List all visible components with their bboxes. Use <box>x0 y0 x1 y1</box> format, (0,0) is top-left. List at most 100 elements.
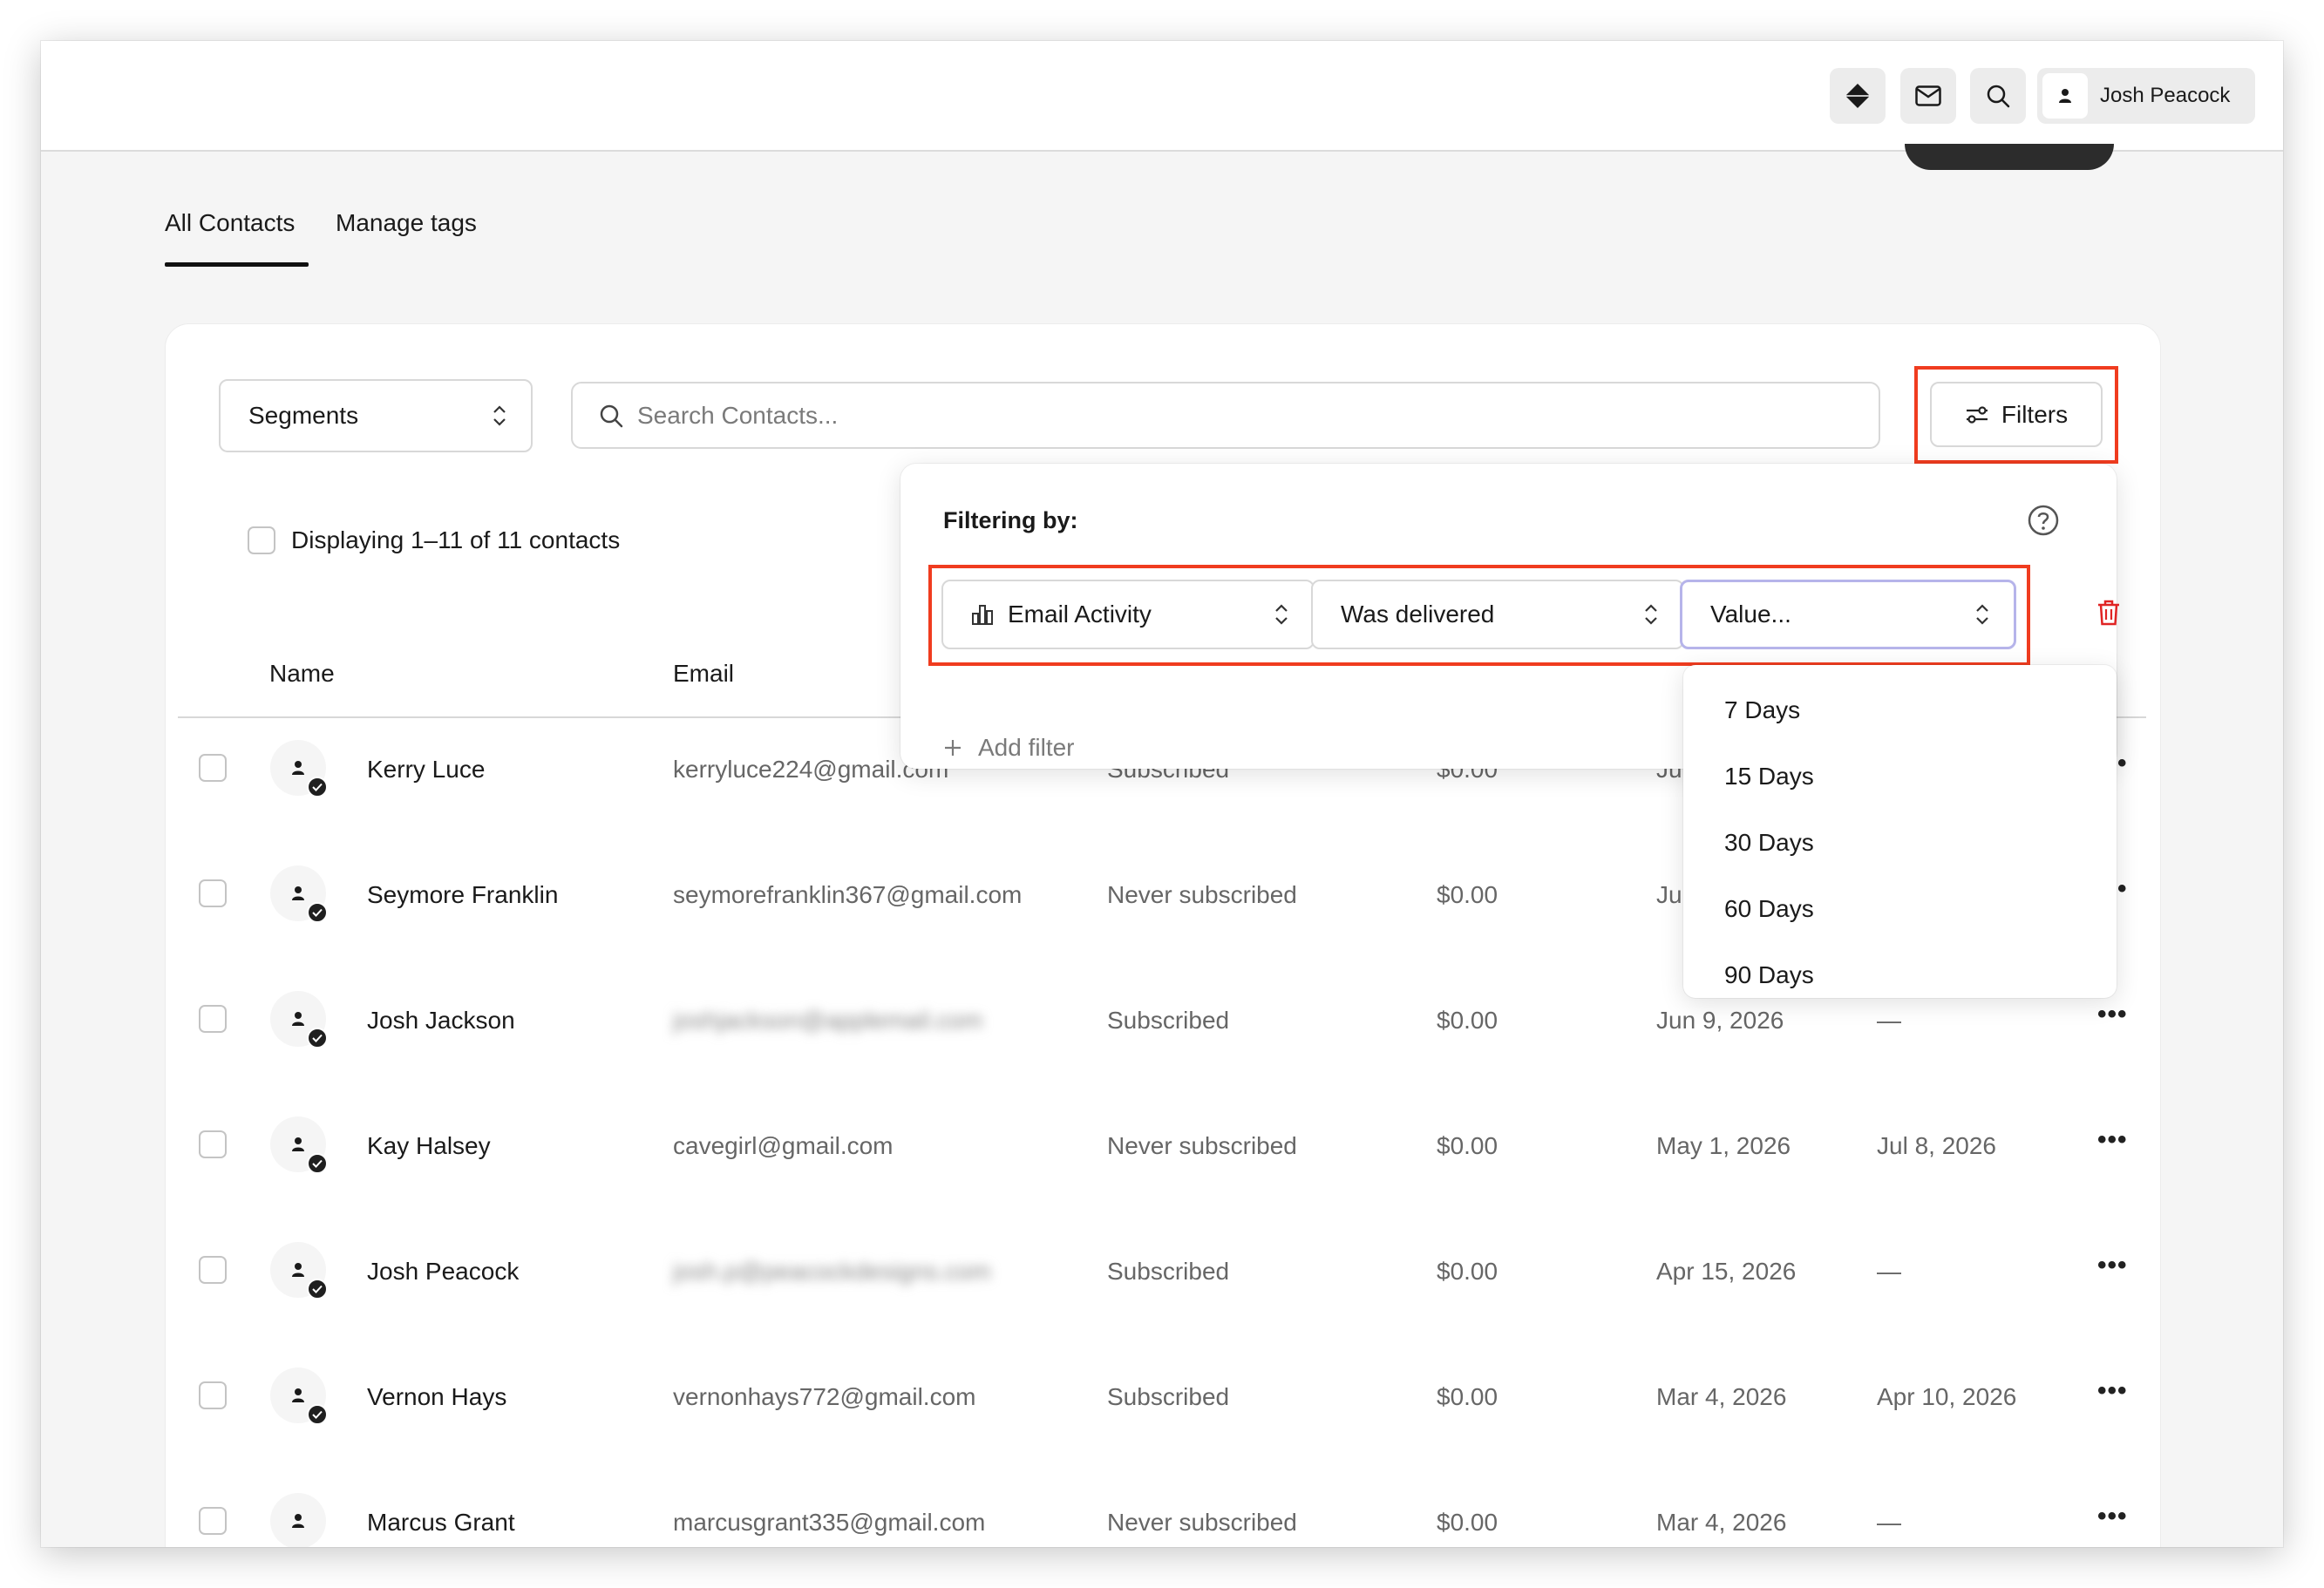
table-row[interactable]: Marcus Grant marcusgrant335@gmail.com Ne… <box>41 1493 2283 1547</box>
value-option-15-days[interactable]: 15 Days <box>1724 763 1814 791</box>
more-options-button[interactable]: ••• <box>2097 1000 2128 1029</box>
table-row[interactable]: Vernon Hays vernonhays772@gmail.com Subs… <box>41 1367 2283 1507</box>
row-checkbox[interactable] <box>199 1256 227 1284</box>
filter-operator-select[interactable]: Was delivered <box>1311 580 1684 649</box>
more-options-button[interactable]: ••• <box>2097 1502 2128 1531</box>
verified-check-icon <box>307 902 328 923</box>
user-icon <box>292 1137 304 1151</box>
row-checkbox[interactable] <box>199 879 227 907</box>
verified-check-icon <box>307 777 328 797</box>
filters-button[interactable]: Filters <box>1930 382 2103 447</box>
value-option-7-days[interactable]: 7 Days <box>1724 696 1800 724</box>
verified-check-icon <box>307 1279 328 1300</box>
column-header-name[interactable]: Name <box>269 660 335 688</box>
chevron-updown-icon <box>493 404 506 427</box>
avatar <box>270 1116 328 1174</box>
delete-filter-button[interactable] <box>2096 599 2121 627</box>
contact-amount: $0.00 <box>1437 1509 1498 1536</box>
last-date: Jul 8, 2026 <box>1877 1132 1996 1159</box>
filter-value-label: Value... <box>1710 601 1791 628</box>
contact-email: seymorefranklin367@gmail.com <box>673 881 1023 908</box>
created-date: Mar 4, 2026 <box>1656 1383 1787 1410</box>
subscription-status: Never subscribed <box>1107 1509 1297 1536</box>
filter-field-select[interactable]: Email Activity <box>941 580 1315 649</box>
user-icon <box>292 886 304 900</box>
segments-label: Segments <box>248 402 359 429</box>
value-option-90-days[interactable]: 90 Days <box>1724 961 1814 989</box>
filters-label: Filters <box>2001 400 2069 428</box>
created-date: Mar 4, 2026 <box>1656 1509 1787 1536</box>
display-count: Displaying 1–11 of 11 contacts <box>291 526 621 553</box>
contact-name[interactable]: Josh Peacock <box>367 1258 519 1286</box>
search-field[interactable] <box>571 382 1880 449</box>
user-icon <box>292 1388 304 1402</box>
table-row[interactable]: Josh Jackson joshjackson@applemail.com S… <box>41 991 2283 1130</box>
row-checkbox[interactable] <box>199 1507 227 1535</box>
contact-amount: $0.00 <box>1437 881 1498 908</box>
global-search-button[interactable] <box>1970 68 2026 124</box>
active-tab-indicator <box>165 262 309 267</box>
tab-manage-tags[interactable]: Manage tags <box>336 209 477 237</box>
contact-email: cavegirl@gmail.com <box>673 1132 894 1159</box>
contact-amount: $0.00 <box>1437 1258 1498 1285</box>
created-date: Ju <box>1656 881 1682 908</box>
row-checkbox[interactable] <box>199 1005 227 1033</box>
avatar <box>270 1242 328 1300</box>
more-options-button[interactable]: ••• <box>2097 1251 2128 1280</box>
select-all-checkbox[interactable] <box>248 526 275 554</box>
contact-name[interactable]: Vernon Hays <box>367 1383 506 1411</box>
row-checkbox[interactable] <box>199 754 227 782</box>
verified-check-icon <box>307 1028 328 1048</box>
contact-name[interactable]: Seymore Franklin <box>367 881 558 909</box>
contact-name[interactable]: Marcus Grant <box>367 1509 515 1537</box>
search-input[interactable] <box>637 401 1770 430</box>
row-checkbox[interactable] <box>199 1381 227 1409</box>
subscription-status: Subscribed <box>1107 1383 1230 1410</box>
contact-name[interactable]: Josh Jackson <box>367 1007 515 1035</box>
table-row[interactable]: Josh Peacock josh.p@peacockdesigns.com S… <box>41 1242 2283 1381</box>
trash-icon <box>2098 600 2119 626</box>
subscription-status: Subscribed <box>1107 1007 1230 1034</box>
value-option-60-days[interactable]: 60 Days <box>1724 895 1814 923</box>
last-date: — <box>1877 1007 1901 1034</box>
avatar <box>270 991 328 1048</box>
subscription-status: Never subscribed <box>1107 881 1297 908</box>
plus-icon <box>943 738 962 757</box>
add-filter-label: Add filter <box>978 734 1075 761</box>
avatar <box>270 1493 326 1547</box>
contact-email: marcusgrant335@gmail.com <box>673 1509 986 1536</box>
help-icon[interactable] <box>2027 504 2060 537</box>
filter-value-select[interactable]: Value... <box>1680 580 2016 649</box>
contact-email: vernonhays772@gmail.com <box>673 1383 976 1410</box>
upgrade-button[interactable] <box>1830 68 1886 124</box>
inbox-button[interactable] <box>1900 68 1956 124</box>
filter-field-label: Email Activity <box>1008 601 1152 628</box>
more-options-button[interactable]: ••• <box>2097 1376 2128 1406</box>
segments-select[interactable]: Segments <box>219 379 533 452</box>
column-header-email[interactable]: Email <box>673 660 734 688</box>
contact-amount: $0.00 <box>1437 1132 1498 1159</box>
user-name: Josh Peacock <box>2100 84 2231 107</box>
user-icon <box>292 1263 304 1277</box>
contact-email-redacted: josh.p@peacockdesigns.com <box>673 1258 991 1285</box>
user-icon <box>2058 88 2072 104</box>
verified-check-icon <box>307 1153 328 1174</box>
contact-name[interactable]: Kay Halsey <box>367 1132 491 1160</box>
filter-operator-label: Was delivered <box>1341 601 1495 628</box>
subscription-status: Subscribed <box>1107 1258 1230 1285</box>
user-menu-button[interactable]: Josh Peacock <box>2037 68 2255 124</box>
chevron-updown-icon <box>1644 603 1658 626</box>
top-bar: Josh Peacock <box>41 41 2283 152</box>
created-date: May 1, 2026 <box>1656 1132 1791 1159</box>
primary-action-button-partial[interactable] <box>1905 144 2114 170</box>
user-icon <box>292 1012 304 1026</box>
chevron-updown-icon <box>1274 603 1288 626</box>
search-icon <box>599 404 623 428</box>
row-checkbox[interactable] <box>199 1130 227 1158</box>
table-row[interactable]: Kay Halsey cavegirl@gmail.com Never subs… <box>41 1116 2283 1256</box>
contact-name[interactable]: Kerry Luce <box>367 756 485 784</box>
value-option-30-days[interactable]: 30 Days <box>1724 829 1814 857</box>
tab-all-contacts[interactable]: All Contacts <box>165 209 295 237</box>
more-options-button[interactable]: ••• <box>2097 1125 2128 1155</box>
add-filter-button[interactable]: Add filter <box>943 734 1075 762</box>
